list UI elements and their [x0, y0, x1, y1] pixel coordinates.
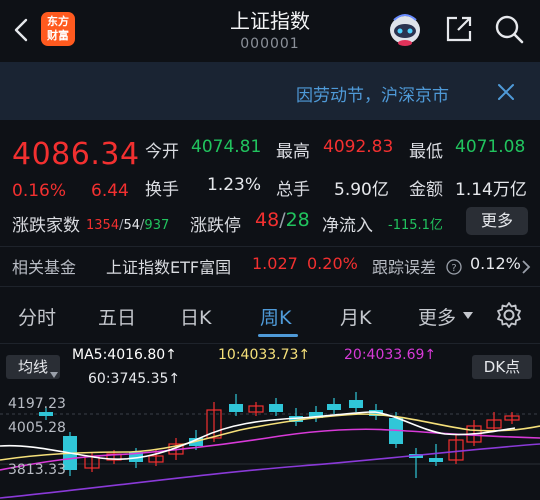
candle-body — [39, 412, 53, 416]
divider — [0, 343, 540, 344]
fund-change-percent: 0.20% — [307, 254, 358, 273]
ma5-line — [0, 411, 516, 460]
breadth-label: 涨跌家数 — [12, 216, 80, 236]
share-icon[interactable] — [444, 14, 474, 44]
ma60-line — [0, 443, 540, 499]
change-value: 6.44 — [91, 181, 129, 201]
down-count: 937 — [144, 218, 170, 233]
candle-body — [229, 404, 243, 412]
limit-down-count: 28 — [285, 209, 310, 231]
breadth-values: 1354/54/937 — [86, 218, 170, 233]
candle-body — [269, 404, 283, 412]
active-tab-indicator — [258, 334, 298, 337]
svg-text:?: ? — [451, 263, 456, 274]
caret-down-icon — [50, 372, 58, 378]
limit-up-count: 48 — [255, 209, 280, 231]
chevron-right-icon[interactable] — [520, 259, 532, 275]
candle-body — [327, 404, 341, 410]
volume-value: 5.90亿 — [334, 180, 389, 200]
ma60-value: 60:3745.35↑ — [88, 371, 181, 387]
amount-label: 金额 — [409, 180, 443, 200]
axis-label-mid: 4005.28 — [8, 420, 66, 436]
limit-values: 48/28 — [255, 209, 310, 231]
kline-chart[interactable] — [0, 390, 540, 500]
volume-label: 总手 — [276, 180, 310, 200]
open-value: 4074.81 — [191, 137, 262, 157]
fund-name[interactable]: 上证指数ETF富国 — [106, 254, 231, 278]
current-price: 4086.34 — [12, 137, 140, 172]
related-fund-label: 相关基金 — [12, 258, 77, 277]
tab-monthly-k[interactable]: 月K — [340, 303, 371, 330]
netflow-value: -115.1亿 — [388, 218, 443, 233]
divider — [0, 246, 540, 247]
tab-more[interactable]: 更多 — [418, 303, 456, 330]
gear-icon[interactable] — [495, 301, 523, 329]
caret-down-icon — [463, 312, 473, 319]
dk-point-button[interactable]: DK点 — [472, 355, 532, 379]
help-icon[interactable]: ? — [446, 259, 462, 275]
more-quote-button[interactable]: 更多 — [466, 207, 528, 235]
tracking-error-label: 跟踪误差 — [372, 258, 437, 277]
candles-group — [39, 392, 520, 478]
flat-count: 54 — [123, 218, 141, 233]
netflow-label: 净流入 — [322, 216, 373, 236]
tab-daily-k[interactable]: 日K — [180, 303, 211, 330]
tab-five-day[interactable]: 五日 — [98, 303, 136, 330]
notice-banner[interactable]: 因劳动节，沪深京市 — [0, 62, 540, 120]
ma20-value: 20:4033.69↑ — [344, 347, 437, 363]
ma10-value: 10:4033.73↑ — [218, 347, 311, 363]
divider — [0, 286, 540, 287]
turnover-label: 换手 — [145, 180, 179, 200]
axis-label-top: 4197.23 — [8, 396, 66, 412]
notice-text: 因劳动节，沪深京市 — [296, 86, 449, 106]
axis-label-bottom: 3813.33 — [8, 462, 66, 478]
amount-value: 1.14万亿 — [455, 180, 527, 200]
open-label: 今开 — [145, 142, 179, 162]
high-value: 4092.83 — [323, 137, 394, 157]
high-label: 最高 — [276, 142, 310, 162]
candle-body — [349, 400, 363, 408]
turnover-value: 1.23% — [207, 175, 262, 195]
search-icon[interactable] — [494, 14, 524, 44]
ma5-value: MA5:4016.80↑ — [72, 347, 177, 363]
robot-assistant-icon[interactable] — [386, 10, 424, 48]
tab-intraday[interactable]: 分时 — [18, 303, 56, 330]
tracking-error-value: 0.12% — [470, 254, 521, 273]
limit-label: 涨跌停 — [190, 216, 241, 236]
low-label: 最低 — [409, 142, 443, 162]
fund-price: 1.027 — [252, 254, 298, 273]
up-count: 1354 — [86, 218, 120, 233]
header: 东方 财富 上证指数 000001 — [0, 0, 540, 62]
tab-weekly-k[interactable]: 周K — [260, 303, 291, 330]
low-value: 4071.08 — [455, 137, 526, 157]
change-percent: 0.16% — [12, 181, 67, 201]
candle-body — [429, 458, 443, 462]
close-icon[interactable] — [496, 82, 516, 102]
